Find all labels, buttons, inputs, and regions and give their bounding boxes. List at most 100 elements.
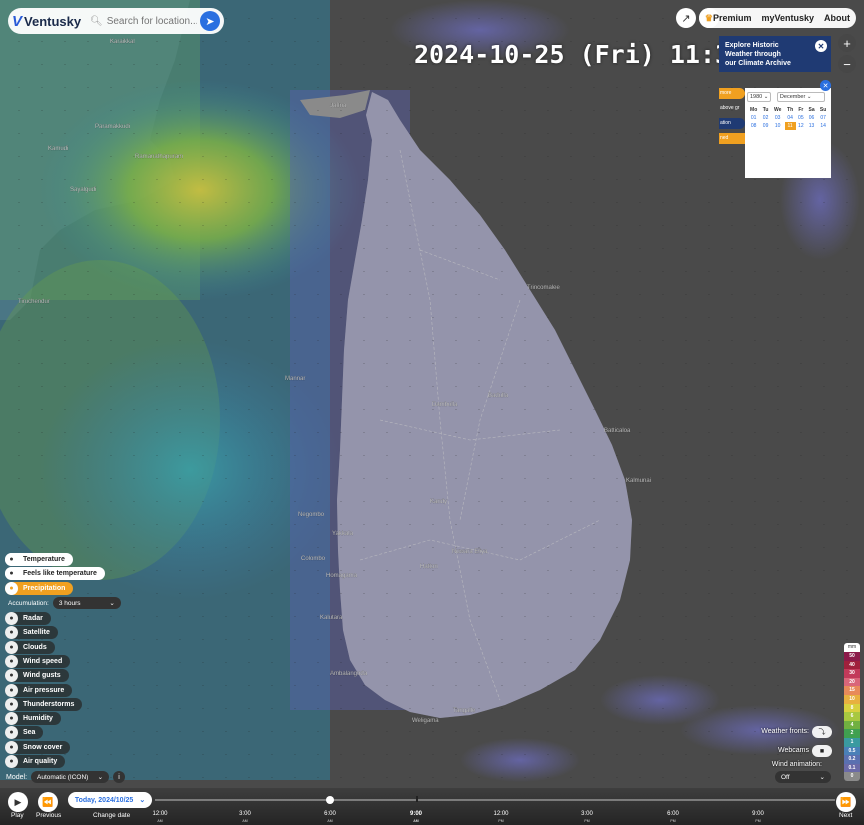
calendar-day[interactable]: 09 [760,122,771,130]
place-label[interactable]: Negombo [298,512,325,518]
share-icon[interactable]: ↗ [676,8,696,28]
timeline-tick[interactable]: 6:00 PM [658,811,688,825]
grid-dot: · [846,177,848,183]
layer-snow-cover[interactable]: ● Snow cover [5,741,71,754]
calendar-close-icon[interactable]: ✕ [820,80,831,91]
layer-sea[interactable]: ● Sea [5,726,44,739]
timeline-handle[interactable] [326,796,334,804]
weather-fronts-toggle-icon[interactable]: ⤵ [812,726,832,738]
calendar-day[interactable]: 04 [785,114,796,122]
place-label[interactable]: Tangalle [453,708,476,714]
model-select[interactable]: Automatic (ICON) ⌄ [31,771,110,783]
place-label[interactable]: Jaffna [330,103,347,109]
grid-dot: · [64,476,66,482]
layer-thunderstorms[interactable]: ● Thunderstorms [5,698,83,711]
zoom-in-icon[interactable]: + [838,34,856,52]
layer-radar[interactable]: ● Radar [5,612,51,625]
grid-dot: · [87,706,89,712]
timeline-tick[interactable]: 3:00 AM [230,811,260,825]
calendar-day[interactable]: 03 [771,114,785,122]
grid-dot: · [110,177,112,183]
search-box[interactable]: 🔍︎ [90,15,200,27]
layer-satellite[interactable]: ● Satellite [5,626,58,639]
place-label[interactable]: Kamudi [48,146,69,152]
timeline-tick[interactable]: 3:00 PM [572,811,602,825]
timeline-tick[interactable]: 6:00 AM [315,811,345,825]
archive-more-button[interactable]: more [719,88,745,99]
grid-dot: · [616,131,618,137]
calendar-day[interactable]: 10 [771,122,785,130]
layer-temperature[interactable]: ● Temperature [5,553,73,566]
calendar-day[interactable]: 14 [817,122,829,130]
previous-icon[interactable]: ⏪ [38,792,58,812]
grid-dot: · [455,476,457,482]
place-label[interactable]: Kalutara [320,615,343,621]
place-label[interactable]: Tiruchendur [18,299,50,305]
place-label[interactable]: Batticaloa [604,428,631,434]
wind-animation-select[interactable]: Off ⌄ [775,771,831,783]
date-picker-button[interactable]: Today, 2024/10/25 ⌄ [68,792,152,808]
search-input[interactable] [106,15,197,27]
locate-me-icon[interactable]: ➤ [200,11,220,31]
timeline-tick[interactable]: 9:00 AM [401,811,431,825]
place-label[interactable]: Homagama [326,573,358,579]
layer-humidity[interactable]: ● Humidity [5,712,61,725]
calendar-day[interactable]: 08 [747,122,760,130]
archive-side-button[interactable]: ation [719,118,745,129]
month-select[interactable]: December ⌄ [776,92,825,102]
layer-air-quality[interactable]: ● Air quality [5,755,66,768]
place-label[interactable]: Nuwara Eliya [452,549,488,555]
place-label[interactable]: Kandy [430,499,447,505]
place-label[interactable]: Ambalangoda [330,671,368,677]
timeline-tick[interactable]: 12:00 AM [145,811,175,825]
place-label[interactable]: Hatton [420,564,438,570]
calendar-day[interactable]: 13 [806,122,817,130]
place-label[interactable]: Ramanathapuram [135,154,183,160]
calendar-day[interactable]: 01 [747,114,760,122]
place-label[interactable]: Kalmunai [626,478,651,484]
place-label[interactable]: Karaikkal [110,39,135,45]
layer-clouds[interactable]: ● Clouds [5,641,55,654]
my-ventusky-link[interactable]: myVentusky [761,13,814,23]
calendar-day[interactable]: 07 [817,114,829,122]
place-label[interactable]: Mannar [285,376,306,382]
place-label[interactable]: Weligama [412,718,440,724]
layer-precipitation[interactable]: ● Precipitation [5,582,74,595]
layer-wind-gusts[interactable]: ● Wind gusts [5,669,69,682]
place-label[interactable]: Sayalgudi [70,187,97,193]
calendar-day-selected[interactable]: 11 [784,122,796,130]
place-label[interactable]: Colombo [301,556,326,562]
calendar-day[interactable]: 05 [796,114,806,122]
close-icon[interactable]: ✕ [815,40,827,52]
calendar-day[interactable]: 02 [760,114,771,122]
layer-wind-speed[interactable]: ● Wind speed [5,655,71,668]
webcam-icon[interactable]: ■ [812,745,832,757]
calendar-day[interactable]: 12 [796,122,806,130]
play-icon[interactable]: ▶ [8,792,28,812]
timeline-track[interactable] [155,799,835,801]
grid-dot: · [317,177,319,183]
zoom-out-icon[interactable]: − [838,55,856,73]
grid-dot: · [478,384,480,390]
calendar-day[interactable]: 06 [806,114,817,122]
layer-air-pressure[interactable]: ● Air pressure [5,684,73,697]
place-label[interactable]: Paramakkudi [95,124,130,130]
accumulation-select[interactable]: 3 hours ⌄ [52,597,121,609]
premium-link[interactable]: ♛Premium [705,13,752,24]
timeline-tick[interactable]: 12:00 PM [486,811,516,825]
grid-dot: · [731,545,733,551]
info-icon[interactable]: i [113,771,126,783]
place-label[interactable]: Dambulla [432,402,458,408]
ventusky-logo[interactable]: V Ventusky [12,13,90,30]
grid-dot: · [501,292,503,298]
grid-dot: · [317,85,319,91]
place-label[interactable]: Badulla [488,393,509,399]
about-link[interactable]: About [824,13,850,23]
next-icon[interactable]: ⏩ [836,792,856,812]
archive-header[interactable]: Explore Historic Weather through our Cli… [719,36,831,72]
timeline-tick[interactable]: 9:00 PM [743,811,773,825]
layer-feels-like-temperature[interactable]: ● Feels like temperature [5,567,105,580]
place-label[interactable]: Yakkala [332,531,354,537]
year-select[interactable]: 1980 ⌄ [747,92,772,102]
place-label[interactable]: Trincomalee [527,285,561,291]
